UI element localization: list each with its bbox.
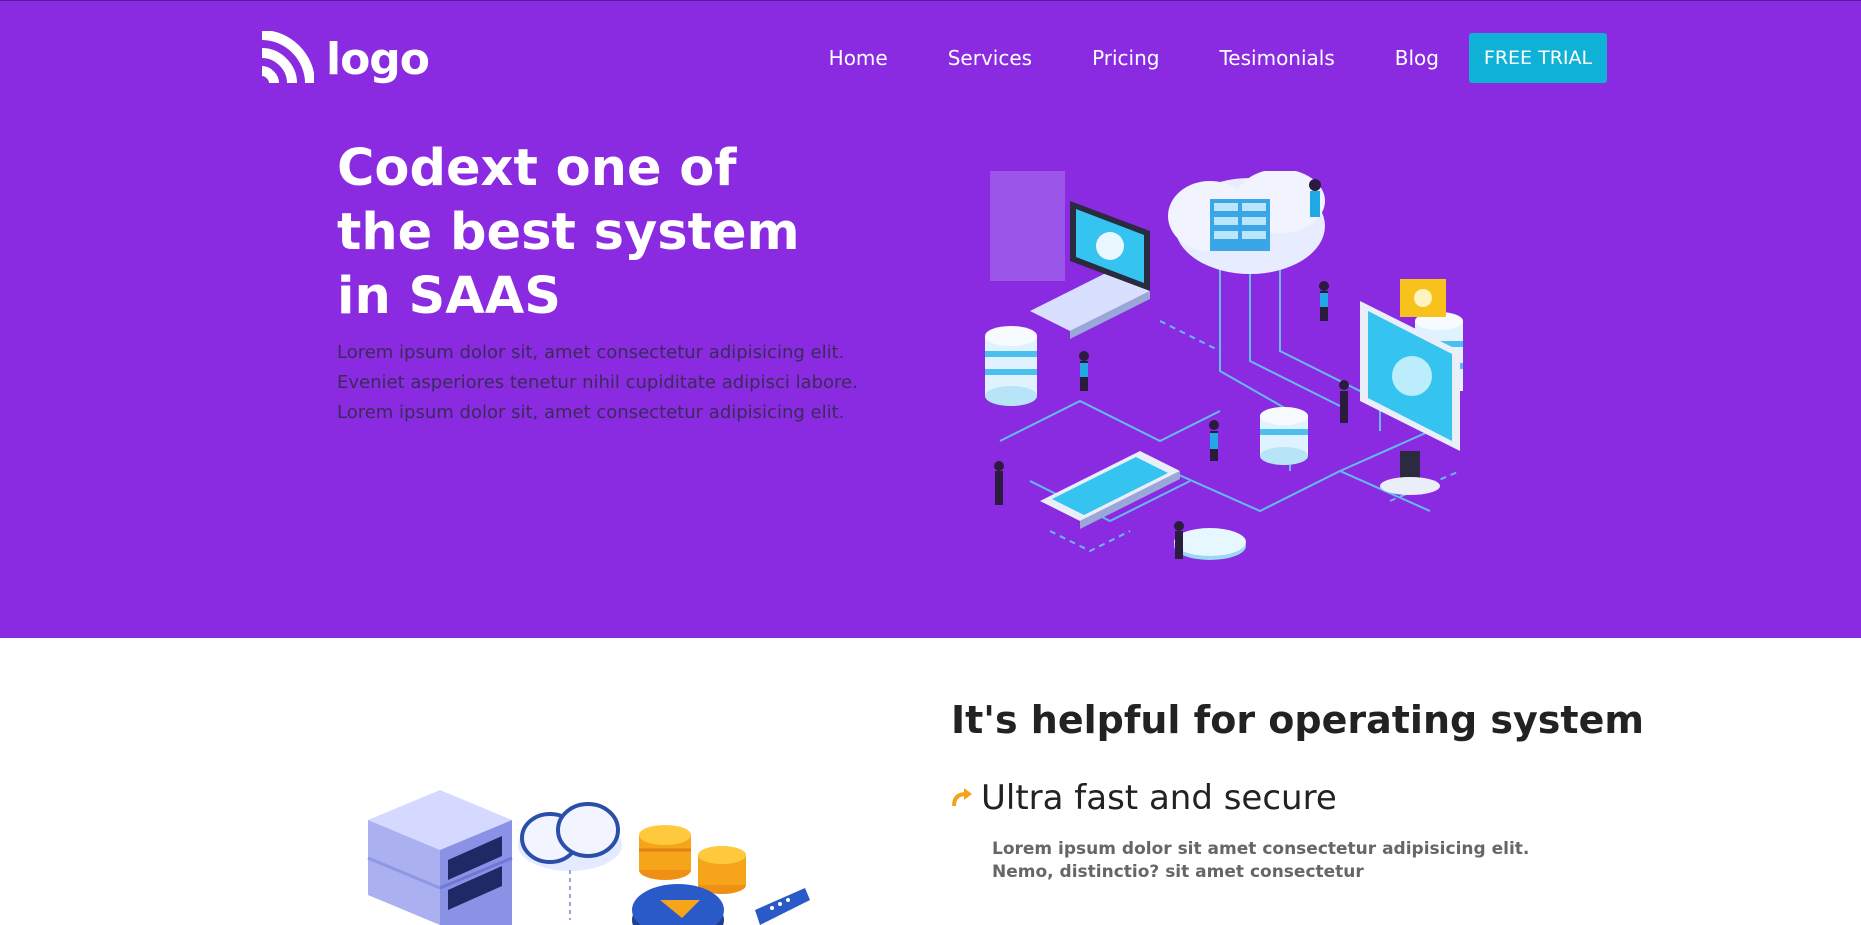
- feature-item: Ultra fast and secure: [951, 778, 1337, 818]
- nav-services[interactable]: Services: [948, 46, 1032, 70]
- hero-title: Codext one of the best system in SAAS: [337, 139, 800, 326]
- isometric-server-cloud-illustration: [367, 790, 810, 925]
- logo[interactable]: logo: [258, 31, 430, 87]
- curved-arrow-icon: [952, 788, 972, 807]
- isometric-cloud-network-illustration: [985, 171, 1463, 560]
- features-title: It's helpful for operating system: [951, 698, 1644, 742]
- feature-title: Ultra fast and secure: [981, 778, 1337, 818]
- main-nav: Home Services Pricing Tesimonials Blog F…: [829, 33, 1607, 83]
- free-trial-button[interactable]: FREE TRIAL: [1469, 33, 1607, 83]
- nav-blog[interactable]: Blog: [1395, 46, 1439, 70]
- nav-home[interactable]: Home: [829, 46, 888, 70]
- feature-description: Lorem ipsum dolor sit amet consectetur a…: [992, 839, 1530, 882]
- hero-description: Lorem ipsum dolor sit, amet consectetur …: [337, 342, 858, 423]
- nav-pricing[interactable]: Pricing: [1092, 46, 1159, 70]
- wifi-arc-icon: [261, 31, 314, 84]
- nav-testimonials[interactable]: Tesimonials: [1219, 46, 1334, 70]
- logo-text: logo: [326, 33, 430, 85]
- hero-section: logo Home Services Pricing Tesimonials B…: [0, 0, 1861, 638]
